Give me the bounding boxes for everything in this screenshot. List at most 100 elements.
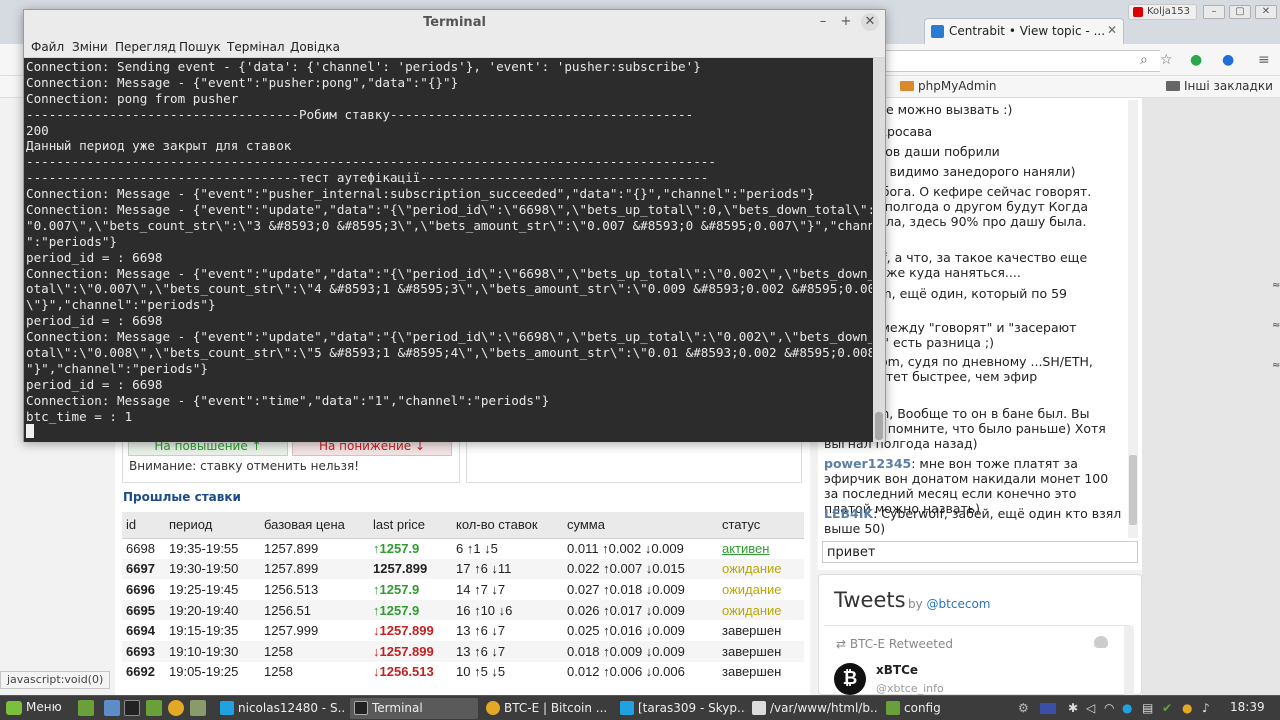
tweets-scrollbar[interactable] <box>1124 626 1134 695</box>
past-bets-table: id период базовая цена last price кол-во… <box>122 512 804 682</box>
bookmark-phpmyadmin[interactable]: phpMyAdmin <box>900 79 997 93</box>
terminal-scrollbar[interactable] <box>873 58 885 442</box>
chrome-launcher-icon[interactable] <box>168 700 184 716</box>
cell-last: 1257.899 <box>369 558 452 580</box>
address-bar[interactable] <box>880 50 1160 72</box>
browser-user-badge[interactable]: Kolja153 <box>1128 4 1197 20</box>
tray-network-manager-icon[interactable]: ▤ <box>1142 700 1153 716</box>
cell-count: 10 ↑5 ↓5 <box>456 664 506 680</box>
column-header-last-price: last price <box>369 512 452 539</box>
tweet-author-handle[interactable]: @xbtce_info <box>876 682 944 695</box>
terminal-line: ------------------------------------Роби… <box>26 106 694 122</box>
menu-search[interactable]: Пошук <box>179 40 221 54</box>
tray-network-icon[interactable]: ⚙ <box>1018 700 1029 716</box>
tray-sound-icon[interactable]: ♪ <box>1202 700 1210 716</box>
scroll-glyph-icon: ≈ <box>1272 280 1280 291</box>
terminal-minimize-button[interactable]: – <box>814 13 832 31</box>
chat-scrollbar-thumb[interactable] <box>1129 455 1137 525</box>
terminal-line: period_id = : 6698 <box>26 313 163 329</box>
start-menu-button[interactable]: Меню <box>4 700 62 715</box>
terminal-close-button[interactable]: ✕ <box>861 13 879 31</box>
task-browser[interactable]: BTC-E | Bitcoin ... <box>482 698 612 719</box>
table-row: 6693 19:10-19:30 1258 ↓1257.899 13 ↑6 ↓7… <box>122 640 804 662</box>
bitcoin-logo-icon[interactable]: ₿ <box>834 663 866 695</box>
terminal-line: Connection: Message - {"event":"time","d… <box>26 392 550 408</box>
show-desktop-icon[interactable] <box>78 700 94 716</box>
terminal-line: ":"periods"} <box>26 233 117 249</box>
menu-icon[interactable]: ≡ <box>1258 53 1270 67</box>
tray-bluetooth-icon[interactable]: ✱ <box>1068 700 1078 716</box>
extension-icon[interactable]: ● <box>1222 53 1234 67</box>
tray-skype-icon[interactable]: ● <box>1122 700 1132 716</box>
bookmark-star-icon[interactable]: ☆ <box>1160 53 1173 67</box>
search-icon[interactable]: ⌕ <box>1140 53 1148 67</box>
terminal-prompt-line <box>26 424 872 440</box>
bet-warning-text: Внимание: ставку отменить нельзя! <box>129 459 360 473</box>
column-header-period: период <box>165 512 260 539</box>
status-badge: завершен <box>722 664 782 680</box>
cell-base: 1258 <box>264 664 293 680</box>
launcher-icon[interactable] <box>104 700 120 716</box>
cell-id: 6696 <box>126 581 155 597</box>
tray-shield-icon[interactable]: ✔ <box>1162 700 1172 716</box>
chat-input[interactable] <box>822 541 1138 563</box>
task-files[interactable]: config <box>882 698 1010 719</box>
tab-label: Centrabit • View topic - ... <box>949 24 1106 38</box>
past-bets-title: Прошлые ставки <box>123 490 241 504</box>
cell-sum: 0.012 ↑0.006 ↓0.006 <box>567 664 685 680</box>
cell-last: ↓1257.899 <box>369 640 452 662</box>
files-launcher-icon[interactable] <box>146 700 162 716</box>
tab-close-icon[interactable]: ✕ <box>1107 23 1117 37</box>
terminal-launcher-icon[interactable] <box>124 700 140 716</box>
task-skype-2[interactable]: [taras309 - Skyp... <box>616 698 746 719</box>
extension-icon[interactable]: ● <box>1190 53 1202 67</box>
status-link[interactable]: активен <box>718 538 804 559</box>
browser-minimize-button[interactable]: – <box>1203 5 1225 19</box>
terminal-maximize-button[interactable]: + <box>837 13 855 31</box>
menu-terminal[interactable]: Термінал <box>227 40 285 54</box>
cell-count: 14 ↑7 ↓7 <box>456 581 506 597</box>
tray-clock[interactable]: 18:39 <box>1230 700 1265 714</box>
status-badge: ожидание <box>722 581 782 597</box>
terminal-title: Terminal <box>423 15 486 30</box>
launcher-icon[interactable] <box>190 700 206 716</box>
task-skype[interactable]: nicolas12480 - S... <box>216 698 346 719</box>
menu-edit[interactable]: Зміни <box>72 40 108 54</box>
browser-maximize-button[interactable]: ▢ <box>1229 5 1251 19</box>
user-icon <box>1133 7 1143 17</box>
column-header-sum: сумма <box>563 512 718 539</box>
cell-count: 13 ↑6 ↓7 <box>456 623 506 639</box>
terminal-line: Connection: pong from pusher <box>26 90 239 106</box>
browser-close-button[interactable]: ✕ <box>1255 5 1277 19</box>
task-terminal[interactable]: Terminal <box>350 698 478 719</box>
terminal-titlebar[interactable]: Terminal – + ✕ <box>24 10 885 36</box>
tray-chrome-icon[interactable]: ● <box>1182 700 1192 716</box>
cell-period: 19:20-19:40 <box>165 599 260 621</box>
cell-base: 1256.51 <box>260 599 369 621</box>
skype-icon <box>620 701 634 715</box>
cell-period: 19:05-19:25 <box>169 664 239 680</box>
cell-count: 6 ↑1 ↓5 <box>456 541 498 557</box>
tray-wifi-icon[interactable]: ◠ <box>1104 700 1114 716</box>
cell-sum: 0.025 ↑0.016 ↓0.009 <box>567 623 685 639</box>
tab-favicon-icon <box>931 25 944 38</box>
terminal-scrollbar-thumb[interactable] <box>875 412 883 440</box>
tray-volume-icon[interactable]: ◁ <box>1086 700 1095 716</box>
menu-help[interactable]: Довідка <box>290 40 340 54</box>
status-badge: ожидание <box>718 558 804 580</box>
task-editor[interactable]: /var/www/html/b... <box>748 698 878 719</box>
tweets-handle-link[interactable]: @btcecom <box>927 597 991 611</box>
cell-period: 19:25-19:45 <box>169 581 239 597</box>
terminal-line: otal\":\"0.007\",\"bets_count_str\":\"4 … <box>26 281 872 297</box>
menu-view[interactable]: Перегляд <box>115 40 176 54</box>
terminal-line: ----------------------------------------… <box>26 154 716 170</box>
cell-count: 17 ↑6 ↓11 <box>452 558 563 580</box>
tweet-author[interactable]: xBTCe <box>876 663 918 677</box>
cell-base: 1257.899 <box>260 558 369 580</box>
terminal-output[interactable]: Connection: Sending event - {'data': {'c… <box>24 58 873 442</box>
cell-count: 16 ↑10 ↓6 <box>452 599 563 621</box>
tray-keyboard-flag-icon[interactable] <box>1040 703 1056 714</box>
browser-tab-centrabit[interactable]: Centrabit • View topic - ... ✕ <box>924 18 1124 44</box>
bookmark-other[interactable]: Інші закладки <box>1166 79 1273 93</box>
menu-file[interactable]: Файл <box>31 40 64 54</box>
